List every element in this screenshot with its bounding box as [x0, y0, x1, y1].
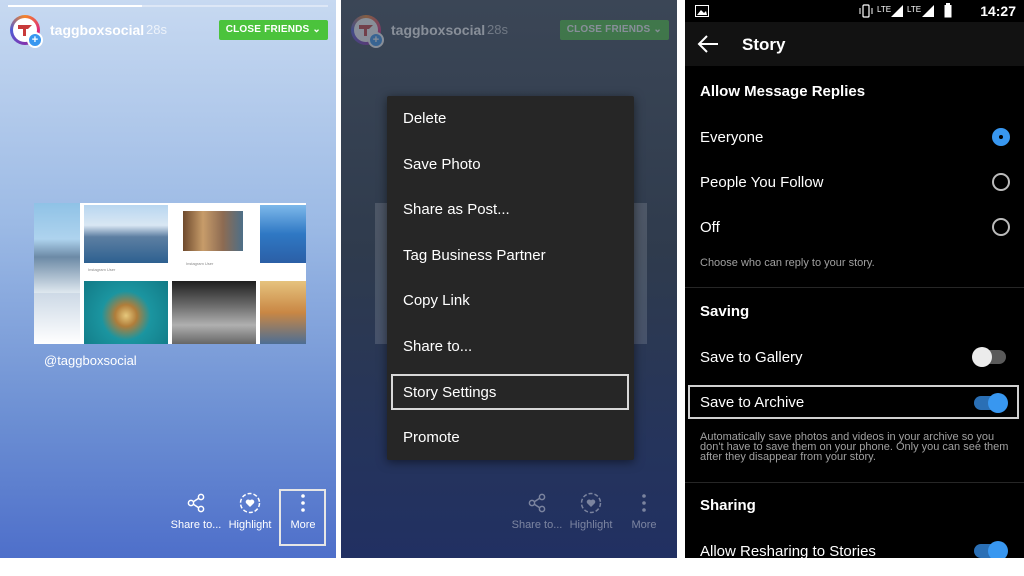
share-to-label: Share to... — [170, 519, 222, 531]
close-friends-badge: CLOSE FRIENDS ⌄ — [559, 20, 669, 40]
battery-icon — [944, 3, 952, 18]
settings-header: Story — [685, 22, 1024, 66]
close-friends-badge[interactable]: CLOSE FRIENDS ⌄ — [218, 20, 328, 40]
highlight-heart-icon — [580, 492, 602, 514]
radio-off[interactable] — [992, 218, 1010, 236]
reply-option-people-you-follow[interactable]: People You Follow — [700, 174, 823, 191]
radio-everyone[interactable] — [992, 128, 1010, 146]
share-to-label: Share to... — [511, 519, 563, 531]
story-settings-highlight-frame — [391, 374, 629, 410]
vibrate-icon — [859, 4, 873, 18]
highlight-button: Highlight — [561, 492, 621, 531]
reply-option-off[interactable]: Off — [700, 219, 720, 236]
collage-tile-door — [183, 211, 243, 251]
story-panel: + taggboxsocial 28s CLOSE FRIENDS ⌄ Inst… — [0, 0, 336, 558]
story-menu-panel: + taggboxsocial 28s CLOSE FRIENDS ⌄ Shar… — [341, 0, 677, 558]
signal-icon — [922, 5, 934, 17]
highlight-label: Highlight — [228, 519, 272, 531]
highlight-button[interactable]: Highlight — [220, 492, 280, 531]
section-header-sharing: Sharing — [700, 497, 756, 514]
image-notification-icon — [695, 5, 709, 17]
username: taggboxsocial — [391, 22, 486, 38]
reply-option-everyone[interactable]: Everyone — [700, 129, 763, 146]
section-divider — [685, 287, 1024, 288]
save-to-archive-highlight-frame — [688, 385, 1019, 419]
close-friends-label: CLOSE FRIENDS — [225, 24, 310, 35]
status-bar: LTE LTE 14:27 — [685, 0, 1024, 22]
collage-caption: Instagram User — [186, 261, 214, 266]
more-button: More — [614, 492, 674, 531]
chevron-down-icon: ⌄ — [653, 24, 662, 35]
collage-tile-houses — [260, 281, 306, 344]
add-story-icon: + — [27, 32, 43, 48]
story-image-collage: Instagram User Instagram User — [34, 203, 306, 344]
section-divider — [685, 482, 1024, 483]
back-arrow-icon[interactable] — [697, 34, 719, 54]
save-to-gallery-toggle[interactable] — [972, 347, 1006, 367]
collage-tile-sea — [34, 293, 80, 344]
collage-tile-skyline — [84, 205, 168, 263]
chevron-down-icon: ⌄ — [312, 24, 321, 35]
collage-tile-aerial — [172, 281, 256, 344]
replies-help-text: Choose who can reply to your story. — [700, 257, 875, 269]
menu-item-tag-business-partner[interactable]: Tag Business Partner — [403, 247, 546, 264]
close-friends-label: CLOSE FRIENDS — [566, 24, 651, 35]
signal-icon — [891, 5, 903, 17]
story-mention[interactable]: @taggboxsocial — [44, 353, 137, 368]
highlight-label: Highlight — [569, 519, 613, 531]
menu-item-delete[interactable]: Delete — [403, 110, 446, 127]
share-to-button[interactable]: Share to... — [166, 492, 226, 531]
menu-item-copy-link[interactable]: Copy Link — [403, 292, 470, 309]
radio-people-you-follow[interactable] — [992, 173, 1010, 191]
collage-tile-icecream — [84, 281, 168, 344]
collage-tile-city — [34, 203, 80, 293]
save-to-gallery-label: Save to Gallery — [700, 349, 803, 366]
share-icon — [187, 493, 205, 513]
story-time: 28s — [146, 22, 167, 37]
story-progress-bar — [8, 5, 328, 7]
avatar[interactable]: + — [10, 15, 43, 48]
more-vertical-icon — [642, 494, 646, 512]
collage-tile-coast — [260, 205, 306, 263]
username[interactable]: taggboxsocial — [50, 22, 144, 38]
menu-item-share-as-post[interactable]: Share as Post... — [403, 201, 510, 218]
more-button-highlight-frame — [279, 489, 326, 546]
story-options-menu: Delete Save Photo Share as Post... Tag B… — [387, 96, 634, 460]
section-header-replies: Allow Message Replies — [700, 83, 866, 100]
share-to-button: Share to... — [507, 492, 567, 531]
lte-indicator: LTE — [877, 5, 892, 14]
status-time: 14:27 — [980, 3, 1016, 19]
lte-indicator: LTE — [907, 5, 922, 14]
menu-item-save-photo[interactable]: Save Photo — [403, 156, 481, 173]
share-icon — [528, 493, 546, 513]
archive-help-text: Automatically save photos and videos in … — [700, 431, 1009, 463]
highlight-heart-icon — [239, 492, 261, 514]
avatar: + — [351, 15, 384, 48]
allow-resharing-label: Allow Resharing to Stories — [700, 543, 876, 558]
add-story-icon: + — [368, 32, 384, 48]
menu-item-share-to[interactable]: Share to... — [403, 338, 472, 355]
story-settings-panel: LTE LTE 14:27 Story Allow Message Replie… — [685, 0, 1024, 558]
allow-resharing-toggle[interactable] — [974, 541, 1008, 558]
more-label: More — [631, 519, 657, 531]
collage-caption: Instagram User — [88, 267, 116, 272]
story-time: 28s — [487, 22, 508, 37]
page-title: Story — [742, 35, 786, 54]
section-header-saving: Saving — [700, 303, 750, 320]
menu-item-promote[interactable]: Promote — [403, 429, 460, 446]
